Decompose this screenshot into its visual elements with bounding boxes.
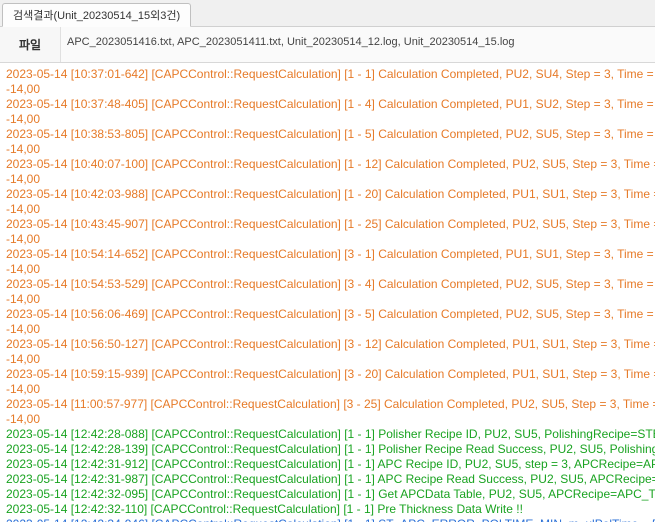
- file-list-cell[interactable]: APC_2023051416.txt, APC_2023051411.txt, …: [61, 27, 655, 62]
- log-row[interactable]: -14,00: [6, 82, 649, 97]
- file-column-header: 파일: [0, 27, 61, 62]
- log-row[interactable]: -14,00: [6, 412, 649, 427]
- tab-search-results[interactable]: 검색결과(Unit_20230514_15외3건): [2, 3, 191, 27]
- log-row[interactable]: -14,00: [6, 232, 649, 247]
- log-row[interactable]: -14,00: [6, 262, 649, 277]
- log-row[interactable]: 2023-05-14 [12:42:34-946] [CAPCControl::…: [6, 517, 649, 522]
- log-row[interactable]: 2023-05-14 [10:37:01-642] [CAPCControl::…: [6, 67, 649, 82]
- log-row[interactable]: 2023-05-14 [12:42:32-095] [CAPCControl::…: [6, 487, 649, 502]
- log-area[interactable]: 2023-05-14 [10:37:01-642] [CAPCControl::…: [0, 63, 655, 522]
- log-row[interactable]: 2023-05-14 [10:54:14-652] [CAPCControl::…: [6, 247, 649, 262]
- log-row[interactable]: -14,00: [6, 112, 649, 127]
- log-row[interactable]: 2023-05-14 [10:40:07-100] [CAPCControl::…: [6, 157, 649, 172]
- log-row[interactable]: -14,00: [6, 202, 649, 217]
- log-row[interactable]: -14,00: [6, 292, 649, 307]
- log-row[interactable]: 2023-05-14 [10:56:06-469] [CAPCControl::…: [6, 307, 649, 322]
- tab-bar: 검색결과(Unit_20230514_15외3건): [0, 0, 655, 27]
- log-row[interactable]: 2023-05-14 [12:42:32-110] [CAPCControl::…: [6, 502, 649, 517]
- log-row[interactable]: 2023-05-14 [10:56:50-127] [CAPCControl::…: [6, 337, 649, 352]
- log-row[interactable]: -14,00: [6, 352, 649, 367]
- tab-label: 검색결과(Unit_20230514_15외3건): [13, 10, 180, 22]
- log-row[interactable]: 2023-05-14 [11:00:57-977] [CAPCControl::…: [6, 397, 649, 412]
- log-row[interactable]: 2023-05-14 [10:43:45-907] [CAPCControl::…: [6, 217, 649, 232]
- log-row[interactable]: -14,00: [6, 172, 649, 187]
- log-row[interactable]: 2023-05-14 [12:42:31-987] [CAPCControl::…: [6, 472, 649, 487]
- log-row[interactable]: 2023-05-14 [12:42:28-088] [CAPCControl::…: [6, 427, 649, 442]
- log-row[interactable]: 2023-05-14 [12:42:31-912] [CAPCControl::…: [6, 457, 649, 472]
- log-row[interactable]: 2023-05-14 [10:37:48-405] [CAPCControl::…: [6, 97, 649, 112]
- log-row[interactable]: 2023-05-14 [12:42:28-139] [CAPCControl::…: [6, 442, 649, 457]
- log-row[interactable]: -14,00: [6, 322, 649, 337]
- log-row[interactable]: -14,00: [6, 382, 649, 397]
- file-bar: 파일 APC_2023051416.txt, APC_2023051411.tx…: [0, 27, 655, 63]
- log-row[interactable]: 2023-05-14 [10:38:53-805] [CAPCControl::…: [6, 127, 649, 142]
- log-row[interactable]: 2023-05-14 [10:59:15-939] [CAPCControl::…: [6, 367, 649, 382]
- log-row[interactable]: 2023-05-14 [10:42:03-988] [CAPCControl::…: [6, 187, 649, 202]
- log-row[interactable]: 2023-05-14 [10:54:53-529] [CAPCControl::…: [6, 277, 649, 292]
- log-row[interactable]: -14,00: [6, 142, 649, 157]
